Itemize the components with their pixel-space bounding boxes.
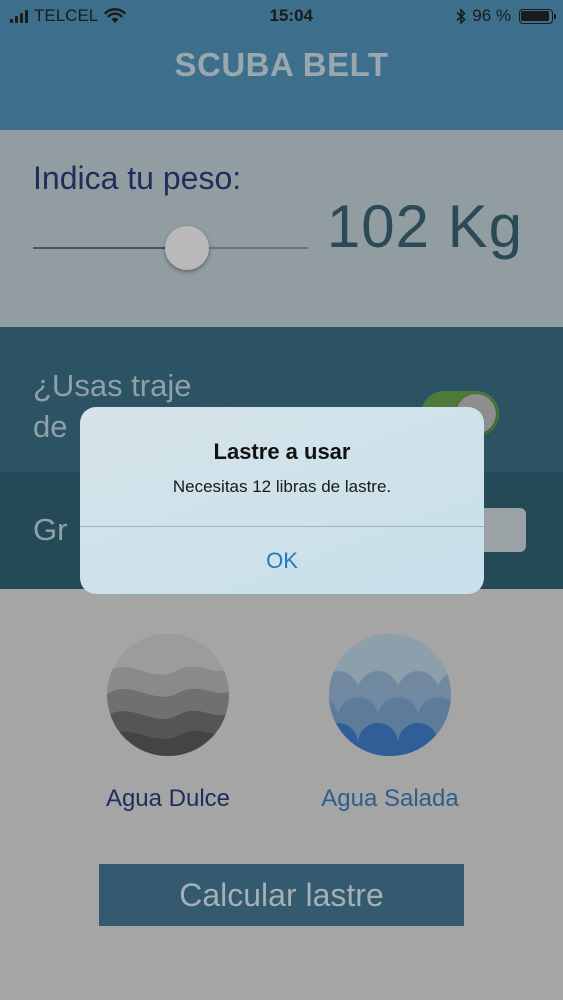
status-bar-right: 96 % (456, 6, 556, 26)
battery-icon (518, 8, 556, 24)
status-bar: TELCEL 15:04 96 % (0, 0, 563, 32)
fresh-water-option[interactable]: Agua Dulce (78, 633, 258, 813)
weight-value: 102 Kg (326, 193, 523, 260)
wifi-icon (104, 8, 126, 23)
group-label: Gr (33, 512, 68, 547)
bluetooth-icon (456, 7, 466, 25)
alert-ok-button[interactable]: OK (80, 527, 484, 594)
battery-percent: 96 % (472, 6, 511, 25)
calculate-weight-button[interactable]: Calcular lastre (99, 864, 464, 926)
alert-message: Necesitas 12 libras de lastre. (172, 477, 392, 496)
carrier-label: TELCEL (34, 6, 99, 25)
alert-dialog: Lastre a usar Necesitas 12 libras de las… (80, 407, 484, 594)
weight-section: Indica tu peso: 102 Kg (0, 130, 563, 327)
status-time: 15:04 (269, 6, 313, 25)
salt-water-option[interactable]: Agua Salada (300, 633, 480, 813)
weight-slider[interactable] (33, 226, 308, 270)
slider-thumb[interactable] (165, 226, 209, 270)
fresh-water-icon[interactable] (106, 633, 230, 757)
alert-body: Lastre a usar Necesitas 12 libras de las… (80, 407, 484, 526)
weight-label: Indica tu peso: (33, 160, 242, 196)
navigation-bar: SCUBA BELT (0, 32, 563, 130)
water-type-section: Agua Dulce Agua Salada Calcular lastre (0, 589, 563, 1000)
alert-title: Lastre a usar (213, 439, 351, 464)
fresh-water-label[interactable]: Agua Dulce (78, 785, 258, 813)
slider-fill (33, 247, 187, 249)
status-bar-left: TELCEL (10, 6, 126, 26)
salt-water-label[interactable]: Agua Salada (300, 785, 480, 813)
signal-icon (10, 9, 28, 23)
salt-water-icon[interactable] (328, 633, 452, 757)
battery-level (521, 11, 550, 21)
app-title: SCUBA BELT (174, 46, 389, 83)
